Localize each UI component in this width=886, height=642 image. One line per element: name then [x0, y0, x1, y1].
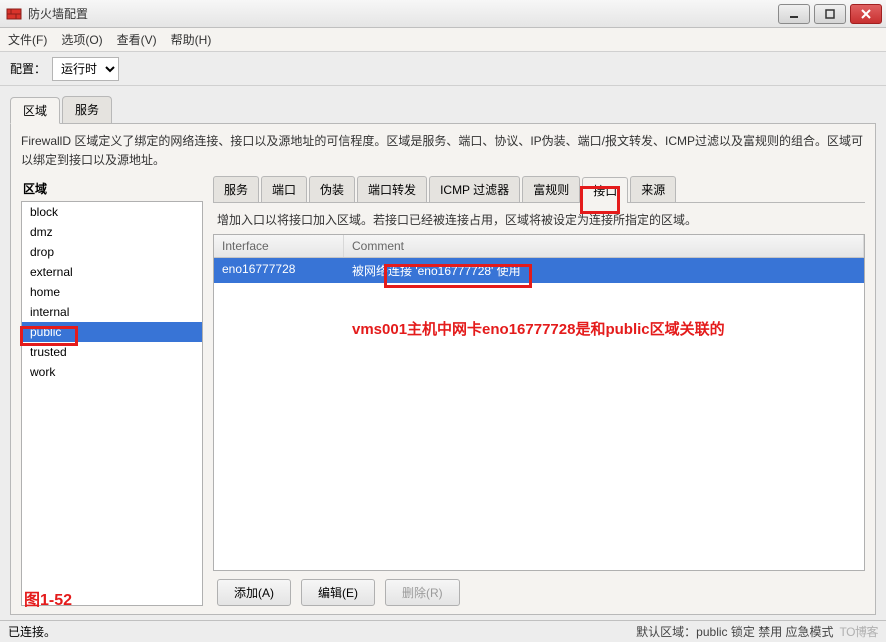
col-comment[interactable]: Comment: [344, 235, 864, 257]
config-label: 配置：: [10, 60, 46, 77]
interface-hint: 增加入口以将接口加入区域。若接口已经被连接占用，区域将被设定为连接所指定的区域。: [213, 211, 865, 234]
menu-view[interactable]: 查看(V): [117, 31, 157, 48]
zone-item-public[interactable]: public: [22, 322, 202, 342]
menu-options[interactable]: 选项(O): [61, 31, 102, 48]
tab-service[interactable]: 服务: [62, 96, 112, 123]
tab-zone[interactable]: 区域: [10, 97, 60, 124]
add-button[interactable]: 添加(A): [217, 579, 291, 606]
inner-tab-source[interactable]: 来源: [630, 176, 676, 202]
zone-item-block[interactable]: block: [22, 202, 202, 222]
zone-item-internal[interactable]: internal: [22, 302, 202, 322]
zone-heading: 区域: [21, 176, 203, 201]
zone-item-dmz[interactable]: dmz: [22, 222, 202, 242]
inner-tab-service[interactable]: 服务: [213, 176, 259, 202]
inner-tab-masq[interactable]: 伪装: [309, 176, 355, 202]
table-row[interactable]: eno16777728被网络连接 'eno16777728' 使用: [214, 258, 864, 283]
cell-comment: 被网络连接 'eno16777728' 使用: [344, 258, 864, 283]
close-button[interactable]: [850, 4, 882, 24]
inner-tab-port[interactable]: 端口: [261, 176, 307, 202]
status-right: 默认区域：public 锁定 禁用 应急模式TO博客: [636, 623, 878, 640]
inner-tab-icmp[interactable]: ICMP 过滤器: [429, 176, 520, 202]
menu-help[interactable]: 帮助(H): [171, 31, 212, 48]
zone-item-work[interactable]: work: [22, 362, 202, 382]
maximize-button[interactable]: [814, 4, 846, 24]
app-icon: [6, 6, 22, 22]
col-interface[interactable]: Interface: [214, 235, 344, 257]
status-left: 已连接。: [8, 623, 56, 640]
zone-item-drop[interactable]: drop: [22, 242, 202, 262]
zone-item-external[interactable]: external: [22, 262, 202, 282]
zone-description: FirewallD 区域定义了绑定的网络连接、接口以及源地址的可信程度。区域是服…: [21, 132, 865, 170]
window-title: 防火墙配置: [28, 5, 778, 22]
cell-interface: eno16777728: [214, 258, 344, 283]
zone-list[interactable]: blockdmzdropexternalhomeinternalpublictr…: [21, 201, 203, 606]
zone-item-trusted[interactable]: trusted: [22, 342, 202, 362]
config-select[interactable]: 运行时: [52, 57, 119, 81]
inner-tab-rich[interactable]: 富规则: [522, 176, 580, 202]
minimize-button[interactable]: [778, 4, 810, 24]
delete-button[interactable]: 删除(R): [385, 579, 460, 606]
zone-item-home[interactable]: home: [22, 282, 202, 302]
edit-button[interactable]: 编辑(E): [301, 579, 375, 606]
inner-tab-portforward[interactable]: 端口转发: [357, 176, 427, 202]
inner-tab-interface[interactable]: 接口: [582, 177, 628, 203]
menu-file[interactable]: 文件(F): [8, 31, 47, 48]
interface-table: Interface Comment eno16777728被网络连接 'eno1…: [213, 234, 865, 571]
